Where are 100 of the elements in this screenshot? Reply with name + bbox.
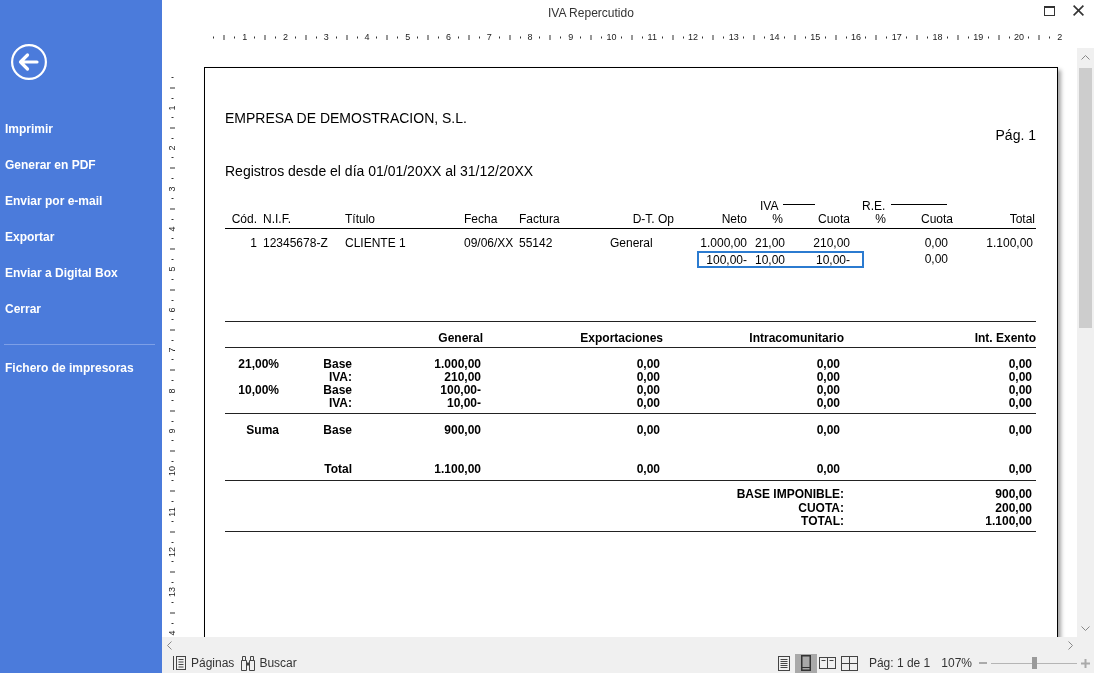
company-name: EMPRESA DE DEMOSTRACION, S.L. <box>225 110 467 126</box>
page-list-icon <box>173 656 186 670</box>
row-label: IVA: <box>328 370 352 384</box>
ruler-number: 13 <box>167 587 177 598</box>
column-header: Exportaciones <box>580 331 663 345</box>
view-mode-button[interactable] <box>838 653 861 673</box>
pages-button[interactable]: Páginas <box>173 656 235 670</box>
ruler-number: 20 <box>1014 32 1024 42</box>
ruler-number: 6 <box>167 307 177 313</box>
ruler-ticks-drawing <box>987 34 1010 40</box>
chevron-up-icon[interactable] <box>1081 55 1090 60</box>
table-cell: 0,00 <box>924 235 948 251</box>
ruler-ticks-drawing <box>824 34 847 40</box>
table-cell: 0,00 <box>1008 423 1032 437</box>
ruler-number: 9 <box>568 32 574 42</box>
ruler-ticks-drawing <box>169 480 175 503</box>
column-header: N.I.F. <box>263 213 291 226</box>
binoculars-icon <box>240 655 257 671</box>
chevron-down-icon[interactable] <box>1081 626 1090 631</box>
ruler-ticks-drawing <box>539 34 562 40</box>
ruler-number: 6 <box>446 32 451 42</box>
ruler-ticks-drawing <box>743 34 766 40</box>
table-cell: 1.100,00 <box>434 462 481 476</box>
horizontal-scrollbar[interactable] <box>162 637 1094 653</box>
sidebar-item[interactable]: Generar en PDF <box>5 157 96 173</box>
ruler-ticks-drawing <box>169 601 175 624</box>
ruler-ticks-drawing <box>498 34 521 40</box>
sidebar-item[interactable]: Enviar por e-mail <box>5 193 103 209</box>
total-label: TOTAL: <box>801 515 844 529</box>
zoom-slider[interactable] <box>991 657 1077 669</box>
ruler-ticks-drawing <box>1028 34 1051 40</box>
sidebar-item[interactable]: Fichero de impresoras <box>5 360 134 376</box>
date-range-text: Registros desde el día 01/01/20XX al 31/12/20XX <box>225 163 534 179</box>
ruler-ticks-drawing <box>169 278 175 301</box>
table-cell: 0,00 <box>924 251 948 267</box>
total-value: 900,00 <box>995 488 1032 502</box>
table-cell: 0,00 <box>1008 462 1032 476</box>
sidebar-item[interactable]: Exportar <box>5 229 55 245</box>
total-value: 1.100,00 <box>985 515 1032 529</box>
ruler-ticks-drawing <box>661 34 684 40</box>
ruler-number: 1 <box>242 32 248 42</box>
vertical-scrollbar[interactable] <box>1077 48 1094 637</box>
search-button[interactable]: Buscar <box>240 655 297 671</box>
ruler-number: 12 <box>167 547 177 557</box>
page-number: Pág. 1 <box>995 127 1036 143</box>
total-label: CUOTA: <box>798 501 844 515</box>
ruler-ticks-drawing <box>865 34 888 40</box>
maximize-icon[interactable] <box>1044 6 1055 16</box>
ruler-number: 8 <box>167 388 177 393</box>
chevron-left-icon[interactable] <box>167 640 172 650</box>
table-cell: 900,00 <box>444 423 481 437</box>
four-pages-icon <box>841 655 859 671</box>
ruler-ticks-drawing <box>169 440 175 463</box>
ruler-ticks-drawing <box>169 520 175 543</box>
ruler-number: 5 <box>167 266 177 272</box>
document-icon <box>777 655 790 671</box>
sidebar-item[interactable]: Imprimir <box>5 121 53 137</box>
ruler-number: 11 <box>167 506 177 517</box>
chevron-right-icon[interactable] <box>1068 640 1073 650</box>
column-header: Título <box>345 213 375 226</box>
sidebar-item[interactable]: Enviar a Digital Box <box>5 265 118 281</box>
ruler-ticks-drawing <box>213 34 236 40</box>
row-label: 10,00% <box>238 383 279 397</box>
ruler-ticks-drawing <box>254 34 277 40</box>
column-header: Fecha <box>464 213 498 226</box>
table-cell: 0,00 <box>816 462 840 476</box>
ruler-number: 14 <box>769 32 780 42</box>
table-cell: 0,00 <box>1008 396 1032 410</box>
window-title: IVA Repercutido <box>548 6 634 20</box>
ruler-ticks-drawing <box>946 34 969 40</box>
table-cell: 10,00- <box>815 252 850 268</box>
ruler-ticks-drawing <box>169 561 175 584</box>
table-cell: 0,00 <box>636 462 660 476</box>
ruler-ticks-drawing <box>335 34 358 40</box>
row-label: Base <box>323 357 352 371</box>
column-header: Cuota <box>920 213 953 226</box>
table-cell: 0,00 <box>636 423 660 437</box>
table-cell: 0,00 <box>636 370 660 384</box>
ruler-number: 12 <box>688 32 698 42</box>
table-cell: 100,00- <box>706 252 747 268</box>
ruler-ticks-drawing <box>169 197 175 220</box>
scrollbar-thumb[interactable] <box>1079 68 1092 328</box>
table-cell: 1.000,00 <box>434 357 481 371</box>
ruler-number: 5 <box>405 32 411 42</box>
slider-thumb[interactable] <box>1031 657 1037 669</box>
view-mode-button[interactable] <box>794 653 817 673</box>
ruler-ticks-drawing <box>580 34 603 40</box>
column-group-header: IVA <box>760 200 779 213</box>
ruler-ticks-drawing <box>169 117 175 140</box>
table-cell: 100,00- <box>440 383 481 397</box>
table-cell: 10,00- <box>446 396 481 410</box>
sidebar-item[interactable]: Cerrar <box>5 301 42 317</box>
close-icon[interactable] <box>1073 5 1084 16</box>
ruler-ticks-drawing <box>376 34 399 40</box>
table-cell: 0,00 <box>816 357 840 371</box>
table-cell: 21,00 <box>754 235 785 251</box>
row-label: Total <box>324 462 352 476</box>
table-cell: 210,00 <box>813 235 850 251</box>
plus-icon[interactable] <box>1081 658 1090 668</box>
ruler-ticks-drawing <box>702 34 725 40</box>
